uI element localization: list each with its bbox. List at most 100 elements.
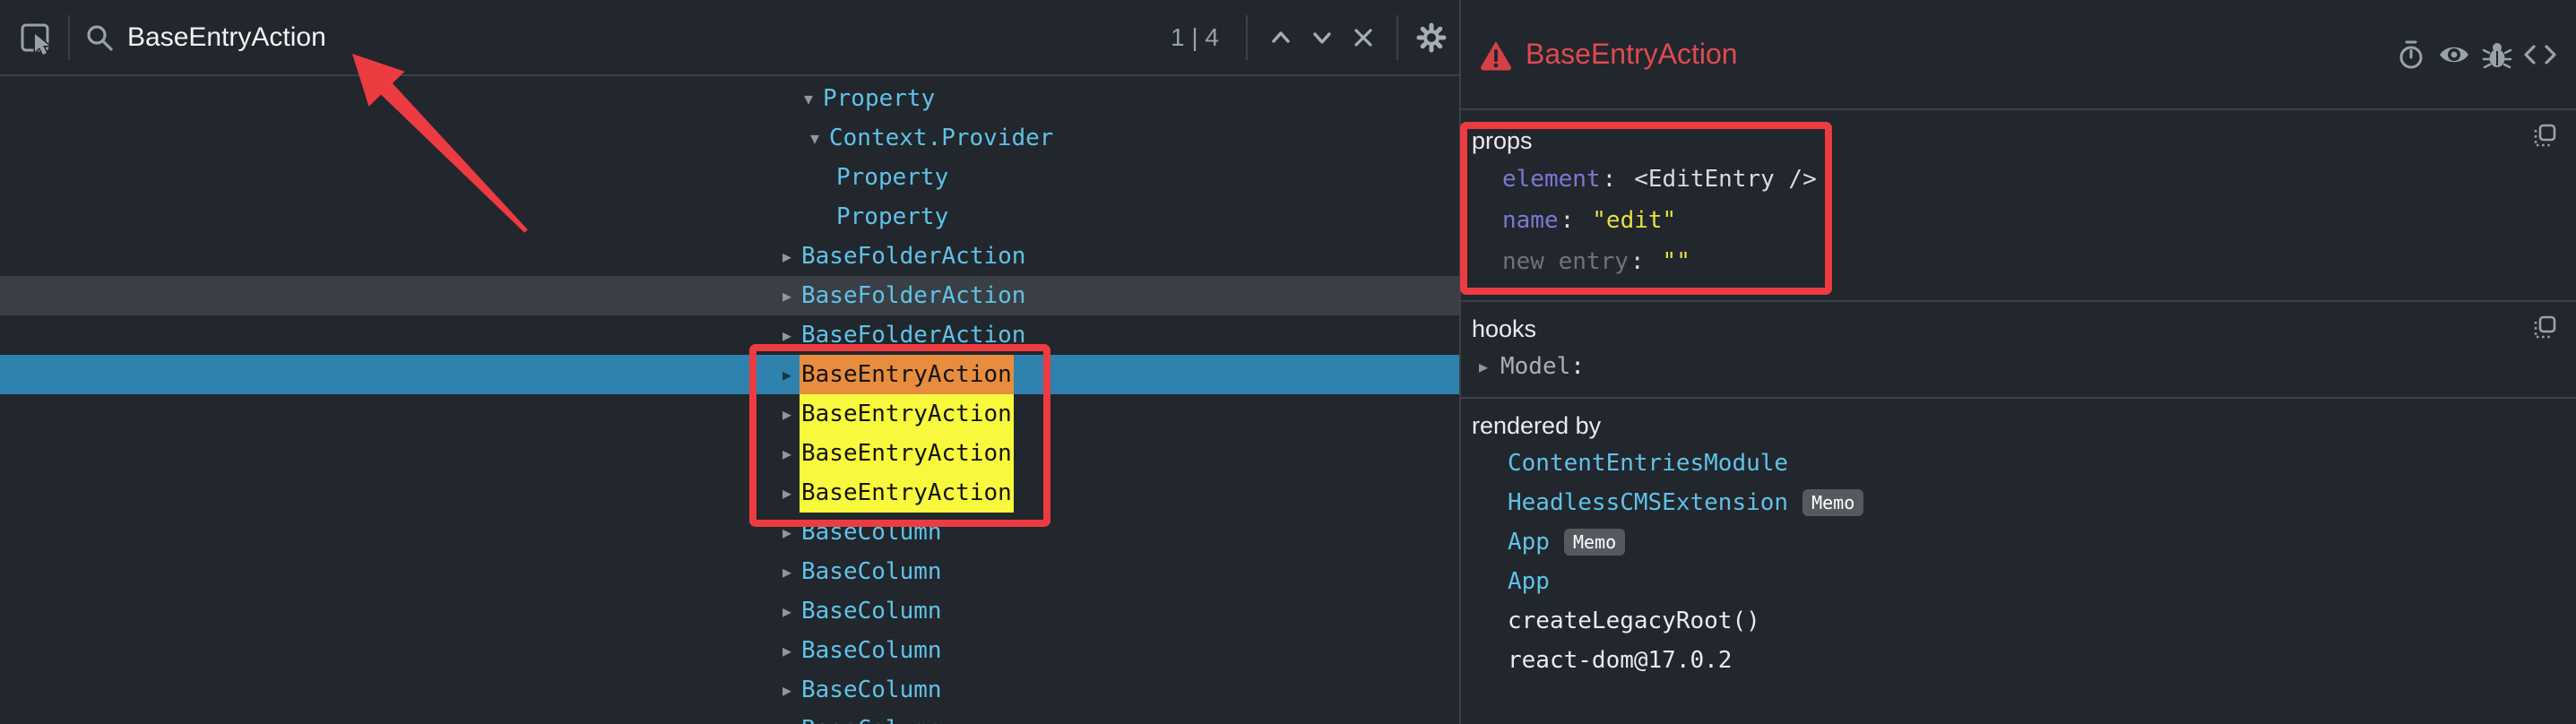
- tree-row[interactable]: ▸BaseFolderAction: [0, 237, 1459, 276]
- previous-result-button[interactable]: [1260, 17, 1301, 58]
- tree-row[interactable]: ▸BaseFolderAction: [0, 276, 1459, 315]
- component-name: BaseFolderAction: [800, 276, 1027, 315]
- tree-row[interactable]: ▾Context.Provider: [0, 118, 1459, 158]
- owner-name[interactable]: ContentEntriesModule: [1508, 450, 1788, 477]
- inspect-element-button[interactable]: [14, 17, 56, 58]
- component-name: BaseEntryAction: [800, 473, 1014, 513]
- view-source-button[interactable]: [2519, 33, 2562, 76]
- copy-hooks-button[interactable]: [2531, 315, 2558, 346]
- hooks-section-label: hooks: [1472, 311, 2560, 347]
- gear-icon: [1413, 20, 1449, 56]
- chevron-down-icon[interactable]: ▾: [804, 79, 821, 118]
- chevron-down-icon: [1307, 22, 1337, 53]
- arrow-spacer: [817, 158, 834, 197]
- copy-props-button[interactable]: [2531, 123, 2558, 154]
- tree-row[interactable]: ▸BaseColumn: [0, 513, 1459, 552]
- tree-row[interactable]: ▸BaseColumn: [0, 670, 1459, 710]
- next-result-button[interactable]: [1301, 17, 1343, 58]
- chevron-up-icon: [1266, 22, 1296, 53]
- rendered-by-item[interactable]: App Memo: [1472, 522, 2560, 562]
- owner-name[interactable]: HeadlessCMSExtension: [1508, 489, 1788, 516]
- prop-value[interactable]: "edit": [1592, 207, 1676, 234]
- chevron-right-icon[interactable]: ▸: [782, 237, 800, 276]
- chevron-right-icon[interactable]: ▸: [1479, 356, 1500, 378]
- props-section: props element:<EditEntry />name:"edit"ne…: [1461, 110, 2576, 302]
- owner-name[interactable]: App: [1508, 529, 1550, 556]
- memo-badge: Memo: [1802, 489, 1863, 516]
- component-name: Context.Provider: [827, 118, 1055, 158]
- prop-colon: :: [1630, 248, 1645, 275]
- tree-row[interactable]: ▸BaseColumn: [0, 631, 1459, 670]
- rendered-by-item[interactable]: App: [1472, 562, 2560, 601]
- chevron-right-icon[interactable]: ▸: [782, 394, 800, 434]
- hook-name: Model: [1500, 353, 1570, 380]
- search-input[interactable]: [125, 22, 1156, 54]
- react-devtools-window: 1 | 4: [0, 0, 2576, 724]
- tree-toolbar: 1 | 4: [0, 0, 1459, 76]
- chevron-right-icon[interactable]: ▸: [782, 591, 800, 631]
- rendered-by-item[interactable]: HeadlessCMSExtension Memo: [1472, 483, 2560, 522]
- rendered-by-list: ContentEntriesModule HeadlessCMSExtension…: [1472, 444, 2560, 680]
- toolbar-divider: [1396, 15, 1398, 60]
- props-section-label: props: [1472, 123, 2560, 159]
- stopwatch-icon: [2395, 39, 2427, 71]
- chevron-right-icon[interactable]: ▸: [782, 276, 800, 315]
- chevron-right-icon[interactable]: ▸: [782, 513, 800, 552]
- tree-row[interactable]: ▸BaseColumn: [0, 591, 1459, 631]
- arrow-spacer: [817, 197, 834, 237]
- prop-value[interactable]: "": [1663, 248, 1690, 275]
- prop-row[interactable]: element:<EditEntry />: [1472, 159, 2560, 200]
- inspector-panel: BaseEntryAction: [1461, 0, 2576, 724]
- owner-name[interactable]: App: [1508, 568, 1550, 595]
- chevron-right-icon[interactable]: ▸: [782, 670, 800, 710]
- close-icon: [1348, 22, 1379, 53]
- chevron-right-icon[interactable]: ▸: [782, 710, 800, 724]
- tree-row[interactable]: Property: [0, 197, 1459, 237]
- tree-row[interactable]: ▸BaseEntryAction: [0, 434, 1459, 473]
- chevron-right-icon[interactable]: ▸: [782, 315, 800, 355]
- rendered-by-item[interactable]: ContentEntriesModule: [1472, 444, 2560, 483]
- component-name: BaseEntryAction: [800, 355, 1014, 394]
- tree-row[interactable]: ▾Property: [0, 79, 1459, 118]
- memo-badge: Memo: [1564, 529, 1625, 556]
- rendered-by-item[interactable]: createLegacyRoot(): [1472, 601, 2560, 641]
- component-name: BaseColumn: [800, 591, 944, 631]
- chevron-right-icon[interactable]: ▸: [782, 552, 800, 591]
- toolbar-divider: [68, 15, 70, 60]
- tree-row[interactable]: ▸BaseColumn: [0, 710, 1459, 724]
- tree-row[interactable]: ▸BaseColumn: [0, 552, 1459, 591]
- component-name: Property: [834, 197, 950, 237]
- prop-row[interactable]: new entry:"": [1472, 241, 2560, 282]
- component-tree: ▾Property▾Context.ProviderPropertyProper…: [0, 76, 1459, 724]
- eye-icon: [2437, 39, 2471, 70]
- component-name: BaseEntryAction: [800, 434, 1014, 473]
- hook-colon: :: [1570, 353, 1585, 380]
- tree-row[interactable]: ▸BaseEntryAction: [0, 394, 1459, 434]
- chevron-right-icon[interactable]: ▸: [782, 473, 800, 513]
- hooks-rows: ▸Model:: [1472, 347, 2560, 386]
- suspense-toggle-button[interactable]: [2390, 33, 2433, 76]
- tree-row[interactable]: ▸BaseEntryAction: [0, 355, 1459, 394]
- prop-value[interactable]: <EditEntry />: [1634, 166, 1817, 193]
- clear-search-button[interactable]: [1343, 17, 1384, 58]
- rendered-by-label: rendered by: [1472, 408, 2560, 444]
- prop-row[interactable]: name:"edit": [1472, 200, 2560, 241]
- component-name: BaseColumn: [800, 552, 944, 591]
- settings-button[interactable]: [1411, 17, 1452, 58]
- inspect-dom-button[interactable]: [2433, 33, 2476, 76]
- chevron-right-icon[interactable]: ▸: [782, 355, 800, 394]
- tree-row[interactable]: ▸BaseFolderAction: [0, 315, 1459, 355]
- log-to-console-button[interactable]: [2476, 33, 2519, 76]
- chevron-right-icon[interactable]: ▸: [782, 434, 800, 473]
- tree-row[interactable]: Property: [0, 158, 1459, 197]
- tree-row[interactable]: ▸BaseEntryAction: [0, 473, 1459, 513]
- component-name: BaseFolderAction: [800, 237, 1027, 276]
- copy-icon: [2531, 123, 2558, 150]
- search-results-count: 1 | 4: [1171, 23, 1219, 52]
- owner-name: react-dom@17.0.2: [1508, 647, 1732, 674]
- hook-row[interactable]: ▸Model:: [1472, 347, 2560, 386]
- inspect-element-icon: [16, 19, 54, 56]
- chevron-right-icon[interactable]: ▸: [782, 631, 800, 670]
- rendered-by-item[interactable]: react-dom@17.0.2: [1472, 641, 2560, 680]
- chevron-down-icon[interactable]: ▾: [810, 118, 827, 158]
